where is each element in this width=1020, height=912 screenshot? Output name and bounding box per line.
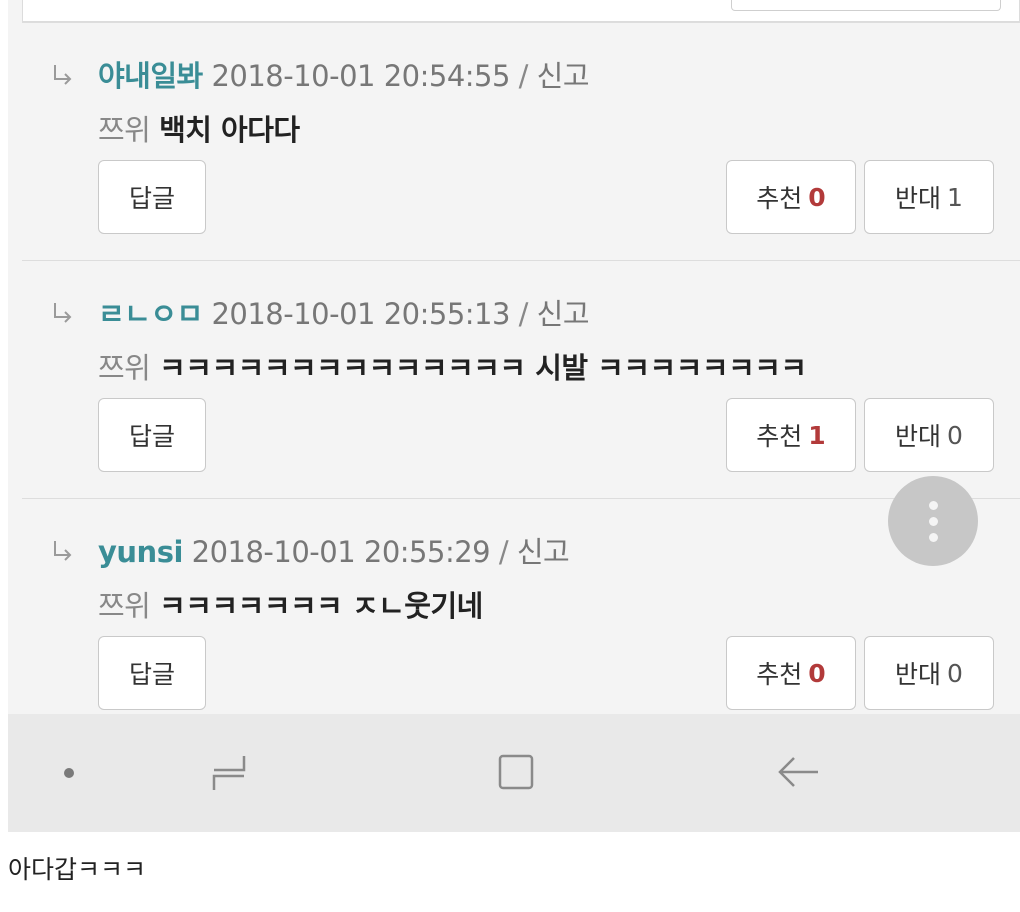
reply-to-name: 쯔위 bbox=[98, 351, 151, 385]
comment-meta: yunsi 2018-10-01 20:55:29 / 신고 bbox=[98, 529, 570, 571]
comment-body: 쯔위 ㅋㅋㅋㅋㅋㅋㅋ ㅈㄴ웃기네 bbox=[98, 583, 483, 625]
upvote-count: 1 bbox=[808, 420, 826, 450]
upvote-label: 추천 bbox=[756, 184, 803, 213]
report-link[interactable]: 신고 bbox=[537, 297, 590, 331]
previous-comment-buttons-edge bbox=[731, 0, 1001, 11]
comment-message: 백치 아다다 bbox=[159, 113, 300, 147]
reply-to-name: 쯔위 bbox=[98, 113, 151, 147]
upvote-label: 추천 bbox=[756, 660, 803, 689]
comment-timestamp: 2018-10-01 20:55:13 bbox=[211, 297, 510, 331]
reply-button[interactable]: 답글 bbox=[98, 160, 206, 234]
downvote-count: 1 bbox=[947, 182, 963, 212]
upvote-button[interactable]: 추천 0 bbox=[726, 160, 856, 234]
reply-to-name: 쯔위 bbox=[98, 589, 151, 623]
more-vertical-icon-dot bbox=[928, 516, 938, 526]
downvote-label: 반대 bbox=[895, 184, 942, 213]
reply-arrow-icon bbox=[54, 541, 72, 561]
home-icon[interactable] bbox=[494, 750, 538, 794]
comment-message: ㅋㅋㅋㅋㅋㅋㅋㅋㅋㅋㅋㅋㅋㅋ 시발 ㅋㅋㅋㅋㅋㅋㅋㅋ bbox=[159, 351, 807, 385]
upvote-label: 추천 bbox=[756, 422, 803, 451]
reply-arrow-icon bbox=[54, 65, 72, 85]
more-vertical-icon bbox=[928, 500, 938, 510]
comment-item: 야내일봐 2018-10-01 20:54:55 / 신고 쯔위 백치 아다다 … bbox=[22, 22, 1020, 260]
meta-separator: / bbox=[518, 59, 529, 93]
previous-comment-edge bbox=[22, 0, 1020, 22]
system-navigation-bar bbox=[8, 714, 1020, 832]
post-caption: 아다갑ㅋㅋㅋ bbox=[8, 855, 147, 884]
reply-arrow-icon bbox=[54, 303, 72, 323]
reply-button[interactable]: 답글 bbox=[98, 398, 206, 472]
comment-timestamp: 2018-10-01 20:55:29 bbox=[191, 535, 491, 569]
comment-meta: 야내일봐 2018-10-01 20:54:55 / 신고 bbox=[98, 53, 590, 95]
upvote-button[interactable]: 추천 1 bbox=[726, 398, 856, 472]
meta-separator: / bbox=[498, 535, 509, 569]
more-vertical-icon-dot bbox=[928, 532, 938, 542]
back-icon[interactable] bbox=[774, 752, 824, 792]
comment-item: yunsi 2018-10-01 20:55:29 / 신고 쯔위 ㅋㅋㅋㅋㅋㅋ… bbox=[22, 498, 1020, 736]
comment-author[interactable]: 야내일봐 bbox=[98, 59, 203, 93]
downvote-button[interactable]: 반대 0 bbox=[864, 398, 994, 472]
downvote-button[interactable]: 반대 0 bbox=[864, 636, 994, 710]
comment-meta: ㄹㄴㅇㅁ 2018-10-01 20:55:13 / 신고 bbox=[98, 291, 590, 333]
report-link[interactable]: 신고 bbox=[517, 535, 570, 569]
reply-button-label: 답글 bbox=[128, 184, 175, 213]
recent-apps-icon[interactable] bbox=[204, 752, 254, 792]
downvote-label: 반대 bbox=[895, 660, 942, 689]
comment-body: 쯔위 ㅋㅋㅋㅋㅋㅋㅋㅋㅋㅋㅋㅋㅋㅋ 시발 ㅋㅋㅋㅋㅋㅋㅋㅋ bbox=[98, 345, 807, 387]
comment-body: 쯔위 백치 아다다 bbox=[98, 107, 300, 149]
comment-message: ㅋㅋㅋㅋㅋㅋㅋ ㅈㄴ웃기네 bbox=[159, 589, 483, 623]
upvote-button[interactable]: 추천 0 bbox=[726, 636, 856, 710]
nav-hide-dot[interactable] bbox=[64, 768, 74, 778]
downvote-count: 0 bbox=[947, 420, 963, 450]
downvote-count: 0 bbox=[947, 658, 963, 688]
meta-separator: / bbox=[518, 297, 529, 331]
reply-button-label: 답글 bbox=[128, 660, 175, 689]
phone-screen: 야내일봐 2018-10-01 20:54:55 / 신고 쯔위 백치 아다다 … bbox=[8, 0, 1020, 832]
upvote-count: 0 bbox=[808, 658, 826, 688]
report-link[interactable]: 신고 bbox=[537, 59, 590, 93]
reply-button[interactable]: 답글 bbox=[98, 636, 206, 710]
upvote-count: 0 bbox=[808, 182, 826, 212]
more-options-fab[interactable] bbox=[888, 476, 978, 566]
downvote-label: 반대 bbox=[895, 422, 942, 451]
comment-author[interactable]: yunsi bbox=[98, 535, 183, 569]
comment-item: ㄹㄴㅇㅁ 2018-10-01 20:55:13 / 신고 쯔위 ㅋㅋㅋㅋㅋㅋㅋ… bbox=[22, 260, 1020, 498]
reply-button-label: 답글 bbox=[128, 422, 175, 451]
comment-author[interactable]: ㄹㄴㅇㅁ bbox=[98, 297, 203, 331]
comment-timestamp: 2018-10-01 20:54:55 bbox=[211, 59, 510, 93]
downvote-button[interactable]: 반대 1 bbox=[864, 160, 994, 234]
